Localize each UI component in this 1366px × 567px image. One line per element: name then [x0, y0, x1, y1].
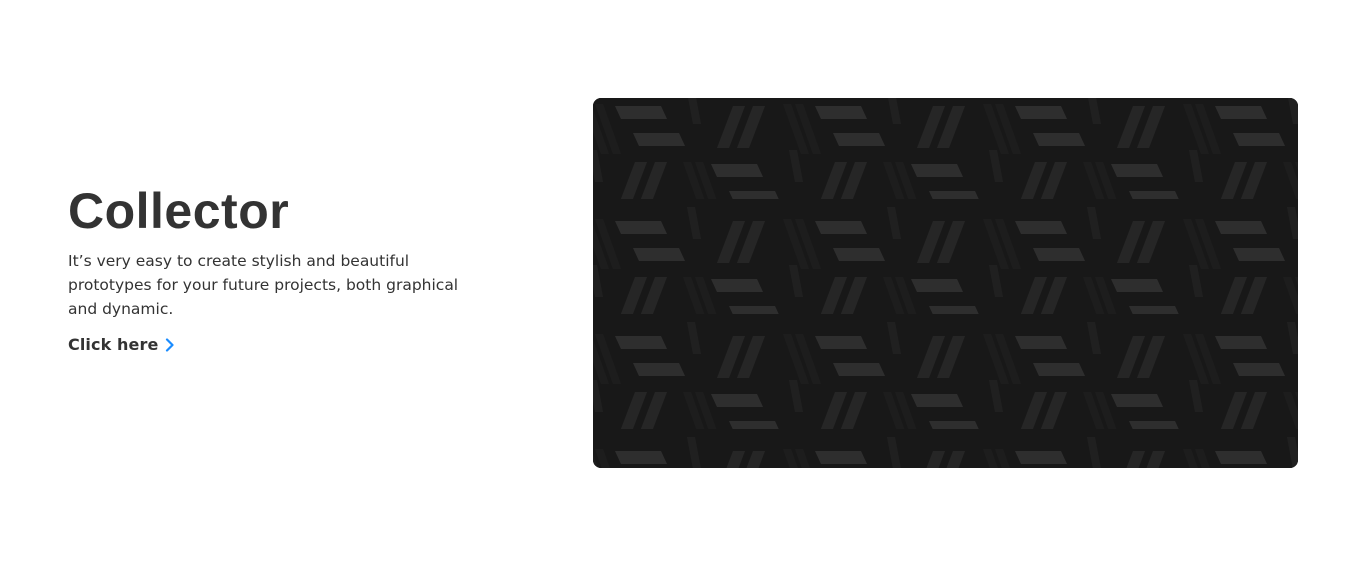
hero-image: [593, 98, 1298, 468]
hero-text: Collector It’s very easy to create styli…: [68, 182, 498, 355]
page-title: Collector: [68, 183, 290, 239]
hero-section: Collector It’s very easy to create styli…: [0, 0, 1366, 567]
geometric-pattern-image: [593, 98, 1298, 468]
hero-description: It’s very easy to create stylish and bea…: [68, 252, 459, 318]
click-here-label: Click here: [68, 335, 159, 354]
click-here-link[interactable]: Click here: [68, 335, 175, 354]
chevron-right-icon: [165, 337, 175, 352]
